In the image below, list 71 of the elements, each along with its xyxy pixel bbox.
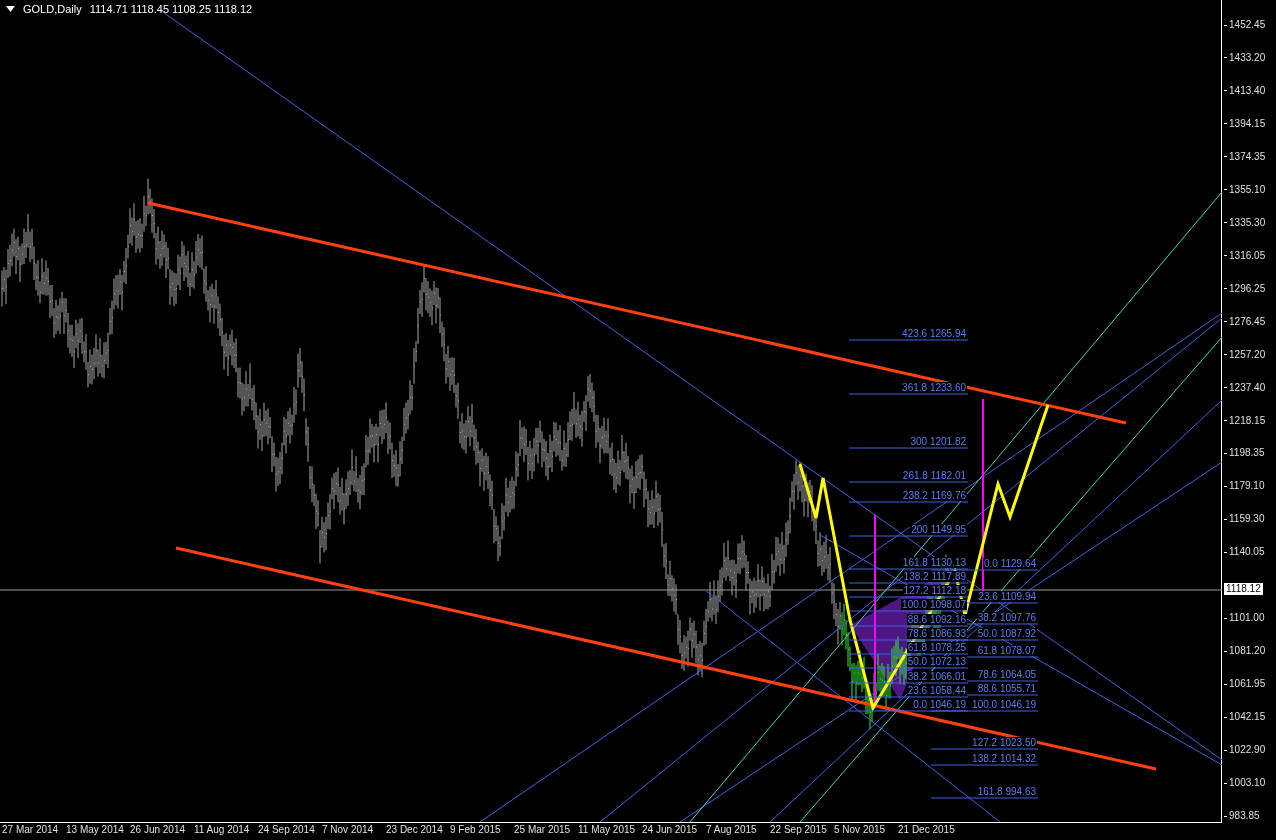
fib-level-label: 238.2 1169.76 [901, 490, 968, 501]
price-tick-label: 1081.20 [1229, 645, 1266, 658]
fib-level-label: 127.2 1023.50 [971, 737, 1038, 748]
fib-level-label: 161.8 994.63 [976, 786, 1038, 797]
price-tick-label: 1413.40 [1229, 84, 1266, 97]
fib-level-label: 61.8 1078.25 [906, 642, 968, 653]
price-tick-label: 1257.20 [1229, 348, 1266, 361]
price-tick-label: 1003.10 [1229, 777, 1266, 790]
date-tick-label: 7 Nov 2014 [322, 823, 375, 837]
fib-level-label: 261.8 1182.01 [901, 470, 968, 481]
price-tick-label: 1061.95 [1229, 678, 1266, 691]
date-tick-label: 11 May 2015 [578, 823, 637, 837]
price-tick-label: 1374.35 [1229, 150, 1266, 163]
date-tick-label: 26 Jun 2014 [130, 823, 187, 837]
price-tick-label: 1198.35 [1229, 447, 1265, 460]
price-tick-label: 1179.10 [1229, 480, 1265, 493]
price-tick-label: 1140.05 [1229, 546, 1265, 559]
fib-level-label: 127.2 1112.18 [902, 585, 968, 596]
fib-level-label: 161.8 1130.13 [901, 557, 968, 568]
fib-level-label: 23.6 1058.44 [906, 685, 968, 696]
fib-level-label: 138.2 1117.89 [902, 571, 968, 582]
fib-level-label: 38.2 1097.76 [976, 612, 1038, 623]
chart-symbol: GOLD,Daily [23, 3, 82, 15]
price-tick-label: 1394.15 [1229, 117, 1266, 130]
fib-level-label: 88.6 1092.16 [906, 614, 968, 625]
price-tick-label: 1159.30 [1229, 513, 1265, 526]
price-tick-label: 983.85 [1229, 810, 1260, 823]
fib-level-label: 38.2 1066.01 [906, 671, 968, 682]
fib-level-label: 78.6 1064.05 [976, 669, 1038, 680]
price-tick-label: 1218.15 [1229, 414, 1266, 427]
current-price-label: 1118.12 [1224, 583, 1263, 595]
price-tick-label: 1316.05 [1229, 249, 1266, 262]
date-tick-label: 13 May 2014 [66, 823, 125, 837]
fib-level-label: 0.0 1046.19 [912, 699, 968, 710]
price-tick-label: 1433.20 [1229, 51, 1266, 64]
price-tick-label: 1335.30 [1229, 216, 1266, 229]
price-tick-label: 1296.25 [1229, 282, 1266, 295]
fib-level-label: 23.6 1109.94 [977, 591, 1038, 602]
fib-level-label: 0.0 1129.64 [982, 558, 1038, 569]
fib-level-label: 138.2 1014.32 [971, 753, 1038, 764]
fib-level-label: 361.8 1233.60 [901, 382, 968, 393]
fib-level-label: 78.6 1086.93 [906, 628, 968, 639]
fib-level-label: 50.0 1087.92 [976, 628, 1038, 639]
date-tick-label: 25 Mar 2015 [514, 823, 572, 837]
fib-level-label: 61.8 1078.07 [976, 645, 1038, 656]
date-tick-label: 22 Sep 2015 [770, 823, 828, 837]
fib-level-label: 300 1201.82 [909, 436, 968, 447]
fib-level-label: 100.0 1046.19 [971, 699, 1038, 710]
price-tick-label: 1355.10 [1229, 183, 1266, 196]
date-tick-label: 24 Sep 2014 [258, 823, 316, 837]
price-tick-label: 1237.40 [1229, 381, 1266, 394]
date-tick-label: 21 Dec 2015 [898, 823, 956, 837]
price-tick-label: 1452.45 [1229, 19, 1266, 31]
price-tick-label: 1022.90 [1229, 744, 1266, 757]
fib-level-label: 423.6 1265.94 [901, 328, 968, 339]
fib-level-label: 88.6 1055.71 [976, 683, 1038, 694]
price-tick-label: 1276.45 [1229, 315, 1266, 328]
date-tick-label: 11 Aug 2014 [194, 823, 251, 837]
price-quote: 1114.71 1118.45 1108.25 1118.12 [89, 3, 253, 15]
date-tick-label: 5 Nov 2015 [834, 823, 887, 837]
price-tick-label: 1101.00 [1229, 612, 1265, 625]
date-tick-label: 27 Mar 2014 [2, 823, 60, 837]
price-tick-label: 1042.15 [1229, 711, 1266, 724]
date-tick-label: 7 Aug 2015 [706, 823, 758, 837]
date-tick-label: 9 Feb 2015 [450, 823, 502, 837]
date-tick-label: 24 Jun 2015 [642, 823, 699, 837]
fib-level-label: 200 1149.95 [910, 524, 968, 535]
date-tick-label: 23 Dec 2014 [386, 823, 444, 837]
fib-level-label: 100.0 1098.07 [901, 599, 968, 610]
fib-level-label: 50.0 1072.13 [906, 656, 968, 667]
dropdown-triangle-icon[interactable] [6, 6, 15, 12]
